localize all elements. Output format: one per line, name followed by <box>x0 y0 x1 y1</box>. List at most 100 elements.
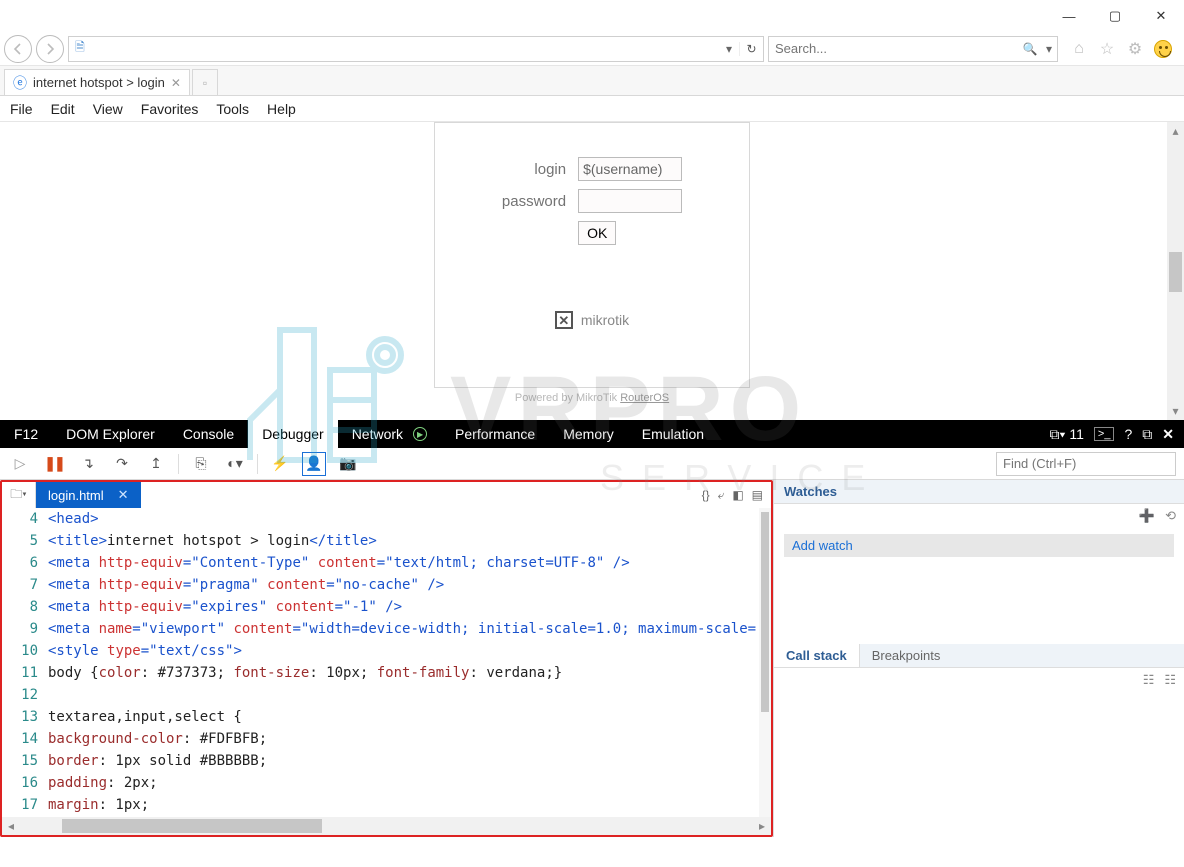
pretty-print-icon[interactable]: {} <box>702 488 710 502</box>
search-dropdown-icon[interactable]: ▾ <box>1041 42 1057 56</box>
source-map-icon[interactable]: ◧ <box>732 488 743 502</box>
scroll-thumb[interactable] <box>1169 252 1182 292</box>
options-icon[interactable]: ▤ <box>752 488 763 502</box>
search-icon[interactable]: 🔍 <box>1019 42 1041 56</box>
login-label: login <box>496 153 572 185</box>
login-form: login password ✕ mikrotik <box>434 122 750 388</box>
exception-control-icon[interactable]: ◐▾ <box>223 452 247 476</box>
console-shortcut-icon[interactable]: >_ <box>1094 427 1115 441</box>
ie-icon: ⓔ <box>13 73 27 93</box>
menu-file[interactable]: File <box>10 101 33 117</box>
favorites-icon[interactable]: ☆ <box>1096 38 1118 60</box>
code-vscrollbar[interactable] <box>759 508 771 817</box>
callstack-body: ☷ ☷ <box>774 668 1184 837</box>
window-minimize[interactable]: — <box>1046 0 1092 32</box>
menu-favorites[interactable]: Favorites <box>141 101 199 117</box>
devtools-tab-bar: F12 DOM Explorer Console Debugger Networ… <box>0 420 1184 448</box>
page-scrollbar[interactable]: ▴ ▾ <box>1167 122 1184 420</box>
tab-network[interactable]: Network▶ <box>338 420 441 448</box>
ok-button[interactable] <box>578 221 616 245</box>
break-new-worker-icon[interactable]: ⎘ <box>189 452 213 476</box>
hscroll-thumb[interactable] <box>62 819 322 833</box>
pretty-print-icon[interactable]: 📷 <box>336 452 360 476</box>
hscroll-right-icon[interactable]: ▸ <box>753 819 771 833</box>
callstack-breakpoints-tabs: Call stack Breakpoints <box>774 644 1184 668</box>
forward-button[interactable] <box>36 35 64 63</box>
tab-close-icon[interactable]: ✕ <box>171 76 181 90</box>
file-tab-row: 🗀▾ login.html ✕ {} ⤶ ◧ ▤ <box>2 482 771 508</box>
watches-body: ➕ ⟲ Add watch <box>774 504 1184 644</box>
password-label: password <box>496 185 572 217</box>
toolbar-icons: ⌂ ☆ ⚙ <box>1062 38 1180 60</box>
step-out-icon[interactable]: ↥ <box>144 452 168 476</box>
undock-icon[interactable]: ⧉ <box>1142 426 1152 443</box>
file-tab-close-icon[interactable]: ✕ <box>118 487 129 503</box>
continue-icon[interactable]: ▷ <box>8 452 32 476</box>
watches-header[interactable]: Watches <box>774 480 1184 504</box>
file-picker-icon[interactable]: 🗀▾ <box>2 482 36 508</box>
tab-console[interactable]: Console <box>169 420 248 448</box>
async-icon[interactable]: ☷ <box>1164 672 1176 688</box>
delete-all-icon[interactable]: ⟲ <box>1165 508 1176 524</box>
search-input[interactable] <box>769 41 1019 56</box>
routeros-link[interactable]: RouterOS <box>620 392 669 404</box>
mikrotik-logo-icon: ✕ <box>555 311 573 329</box>
break-icon[interactable]: ❚❚ <box>42 452 66 476</box>
address-bar[interactable]: 🗎 ▾ ↻ <box>68 36 764 62</box>
page-content: login password ✕ mikrotik Powered by Mik… <box>0 122 1184 420</box>
refresh-button[interactable]: ↻ <box>739 42 763 56</box>
help-icon[interactable]: ? <box>1124 426 1132 442</box>
tab-performance[interactable]: Performance <box>441 420 549 448</box>
just-my-code-icon[interactable]: 👤 <box>302 452 326 476</box>
find-input[interactable] <box>996 452 1176 476</box>
frames-icon[interactable]: ☷ <box>1143 672 1155 688</box>
emulation-device-icon[interactable]: ⧉▾ 11 <box>1049 426 1083 443</box>
callstack-tab[interactable]: Call stack <box>774 644 860 667</box>
window-titlebar: — ▢ ✕ <box>0 0 1184 32</box>
smiley-icon[interactable] <box>1152 38 1174 60</box>
debugger-toolbar: ▷ ❚❚ ↴ ↷ ↥ ⎘ ◐▾ ⚡ 👤 📷 <box>0 448 1184 480</box>
scroll-down-icon[interactable]: ▾ <box>1167 402 1184 420</box>
breakpoints-tab[interactable]: Breakpoints <box>860 644 953 667</box>
tab-memory[interactable]: Memory <box>549 420 628 448</box>
menu-edit[interactable]: Edit <box>51 101 75 117</box>
login-input[interactable] <box>578 157 682 181</box>
home-icon[interactable]: ⌂ <box>1068 38 1090 60</box>
window-maximize[interactable]: ▢ <box>1092 0 1138 32</box>
menu-view[interactable]: View <box>93 101 123 117</box>
code-hscrollbar[interactable]: ◂ ▸ <box>2 817 771 835</box>
back-button[interactable] <box>4 35 32 63</box>
code-area[interactable]: 4<head> 5<title>internet hotspot > login… <box>2 508 771 817</box>
step-into-icon[interactable]: ↴ <box>76 452 100 476</box>
add-watch-icon[interactable]: ➕ <box>1139 508 1155 524</box>
tab-dom-explorer[interactable]: DOM Explorer <box>52 420 169 448</box>
settings-icon[interactable]: ⚙ <box>1124 38 1146 60</box>
hscroll-left-icon[interactable]: ◂ <box>2 819 20 833</box>
page-icon: 🗎 <box>69 38 91 59</box>
browser-tab[interactable]: ⓔ internet hotspot > login ✕ <box>4 69 190 95</box>
new-tab-button[interactable]: ▫ <box>192 69 218 95</box>
tab-debugger[interactable]: Debugger <box>248 420 338 448</box>
tab-emulation[interactable]: Emulation <box>628 420 718 448</box>
menu-tools[interactable]: Tools <box>216 101 249 117</box>
menu-help[interactable]: Help <box>267 101 296 117</box>
disconnect-icon[interactable]: ⚡ <box>268 452 292 476</box>
browser-menu-bar: File Edit View Favorites Tools Help <box>0 96 1184 122</box>
password-input[interactable] <box>578 189 682 213</box>
file-tab[interactable]: login.html ✕ <box>36 482 141 508</box>
browser-tab-row: ⓔ internet hotspot > login ✕ ▫ <box>0 66 1184 96</box>
devtools-side-panels: Watches ➕ ⟲ Add watch Call stack Breakpo… <box>773 480 1184 837</box>
network-play-icon: ▶ <box>413 427 427 441</box>
add-watch-link[interactable]: Add watch <box>792 538 853 553</box>
f12-label: F12 <box>0 420 52 448</box>
brand-label: mikrotik <box>581 312 629 328</box>
window-close[interactable]: ✕ <box>1138 0 1184 32</box>
url-input[interactable] <box>91 38 719 60</box>
step-over-icon[interactable]: ↷ <box>110 452 134 476</box>
devtools-close-icon[interactable]: ✕ <box>1162 426 1174 443</box>
code-pane: 🗀▾ login.html ✕ {} ⤶ ◧ ▤ 4<head> 5<title… <box>0 480 773 837</box>
scroll-up-icon[interactable]: ▴ <box>1167 122 1184 140</box>
word-wrap-icon[interactable]: ⤶ <box>718 488 725 503</box>
search-bar[interactable]: 🔍 ▾ <box>768 36 1058 62</box>
url-dropdown-icon[interactable]: ▾ <box>719 42 739 56</box>
